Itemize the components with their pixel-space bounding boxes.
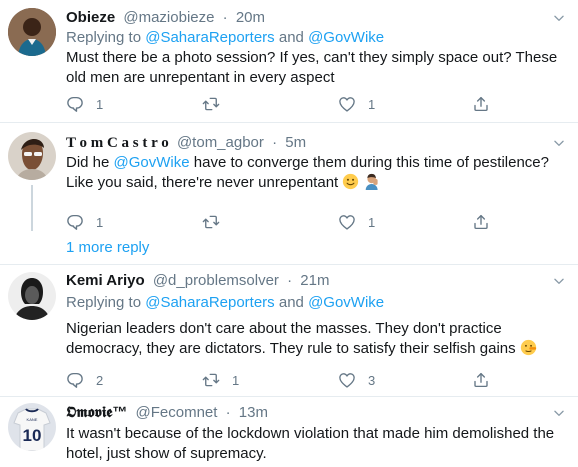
- chevron-down-icon[interactable]: [552, 274, 566, 288]
- like-button[interactable]: 1: [338, 212, 375, 232]
- user-handle[interactable]: @tom_agbor: [177, 134, 264, 151]
- tweet-text: Must there be a photo session? If yes, c…: [66, 49, 558, 86]
- share-button[interactable]: [472, 212, 490, 232]
- share-button[interactable]: [472, 370, 490, 390]
- thread-line: [31, 185, 33, 231]
- tweet-header: T o m C a s t r o @tom_agbor · 5m: [66, 133, 306, 153]
- avatar[interactable]: KANE 10: [8, 403, 56, 451]
- reply-button[interactable]: 1: [66, 212, 103, 232]
- tweet-header: Kemi Ariyo @d_problemsolver · 21m: [66, 271, 329, 291]
- tweet-text: It wasn't because of the lockdown violat…: [66, 425, 555, 462]
- tweet-text-part: Did he: [66, 154, 114, 171]
- tweet-text: Did he @GovWike have to converge them du…: [66, 153, 570, 193]
- mention-link[interactable]: @GovWike: [308, 294, 384, 311]
- like-count: 1: [368, 214, 376, 230]
- tweet-2[interactable]: T o m C a s t r o @tom_agbor · 5m Did he…: [0, 123, 578, 231]
- replying-and: and: [278, 294, 304, 311]
- reply-button[interactable]: 1: [66, 94, 103, 114]
- chevron-down-icon[interactable]: [552, 136, 566, 150]
- user-handle[interactable]: @maziobieze: [123, 9, 214, 26]
- mention-link[interactable]: @SaharaReporters: [145, 29, 274, 46]
- mention-link[interactable]: @GovWike: [114, 154, 190, 171]
- retweet-button[interactable]: [202, 212, 232, 232]
- timestamp[interactable]: 21m: [300, 272, 329, 289]
- display-name[interactable]: T o m C a s t r o: [66, 135, 169, 151]
- lying-face-emoji-icon: [520, 339, 536, 356]
- mention-link[interactable]: @SaharaReporters: [145, 294, 274, 311]
- man-facepalming-emoji-icon: [365, 173, 378, 190]
- like-icon: [338, 371, 356, 389]
- retweet-button[interactable]: [202, 94, 232, 114]
- retweet-count: 1: [232, 372, 240, 388]
- svg-text:KANE: KANE: [27, 417, 38, 422]
- timestamp[interactable]: 5m: [285, 134, 306, 151]
- replying-prefix: Replying to: [66, 294, 142, 311]
- tweet-3[interactable]: Kemi Ariyo @d_problemsolver · 21m Replyi…: [0, 265, 578, 396]
- separator-dot: ·: [272, 134, 278, 151]
- like-count: 3: [368, 372, 376, 388]
- retweet-icon: [202, 95, 220, 113]
- share-icon: [472, 371, 490, 389]
- tweet-4[interactable]: KANE 10 𝕺𝖒𝖔𝖛𝖎𝖊™ @Fecomnet · 13m It wasn'…: [0, 397, 578, 467]
- like-icon: [338, 95, 356, 113]
- chevron-down-icon[interactable]: [552, 11, 566, 25]
- tweet-1[interactable]: Obieze @maziobieze · 20m Replying to @Sa…: [0, 0, 578, 122]
- retweet-icon: [202, 371, 220, 389]
- display-name[interactable]: Kemi Ariyo: [66, 272, 145, 289]
- reply-icon: [66, 371, 84, 389]
- user-handle[interactable]: @Fecomnet: [136, 404, 218, 421]
- reply-count: 2: [96, 372, 104, 388]
- avatar[interactable]: [8, 272, 56, 320]
- jersey-number: 10: [23, 426, 42, 445]
- replying-to: Replying to @SaharaReporters and @GovWik…: [66, 28, 384, 48]
- tweet-header: Obieze @maziobieze · 20m: [66, 8, 265, 28]
- like-icon: [338, 213, 356, 231]
- like-button[interactable]: 1: [338, 94, 375, 114]
- share-icon: [472, 95, 490, 113]
- replying-to: Replying to @SaharaReporters and @GovWik…: [66, 293, 384, 313]
- reply-button[interactable]: 2: [66, 370, 103, 390]
- share-button[interactable]: [472, 94, 490, 114]
- tweet-actions: 1 1: [66, 94, 506, 114]
- slightly-smiling-face-emoji-icon: [343, 173, 359, 190]
- display-name[interactable]: Obieze: [66, 9, 115, 26]
- retweet-button[interactable]: 1: [202, 370, 239, 390]
- like-button[interactable]: 3: [338, 370, 375, 390]
- chevron-down-icon[interactable]: [552, 406, 566, 420]
- tweet-header: 𝕺𝖒𝖔𝖛𝖎𝖊™ @Fecomnet · 13m: [66, 403, 268, 423]
- timestamp[interactable]: 20m: [236, 9, 265, 26]
- timestamp[interactable]: 13m: [239, 404, 268, 421]
- user-handle[interactable]: @d_problemsolver: [153, 272, 279, 289]
- separator-dot: ·: [287, 272, 293, 289]
- separator-dot: ·: [222, 9, 228, 26]
- reply-icon: [66, 213, 84, 231]
- tweet-actions: 1 1: [66, 212, 506, 232]
- share-icon: [472, 213, 490, 231]
- replying-and: and: [278, 29, 304, 46]
- reply-count: 1: [96, 96, 104, 112]
- reply-count: 1: [96, 214, 104, 230]
- tweet-text: Nigerian leaders don't care about the ma…: [66, 319, 570, 359]
- show-more-replies-link[interactable]: 1 more reply: [66, 238, 149, 258]
- like-count: 1: [368, 96, 376, 112]
- retweet-icon: [202, 213, 220, 231]
- avatar[interactable]: [8, 132, 56, 180]
- tweet-actions: 2 1 3: [66, 370, 506, 390]
- tweet-text-part: Nigerian leaders don't care about the ma…: [66, 320, 516, 357]
- display-name[interactable]: 𝕺𝖒𝖔𝖛𝖎𝖊™: [66, 404, 127, 421]
- reply-icon: [66, 95, 84, 113]
- mention-link[interactable]: @GovWike: [308, 29, 384, 46]
- separator-dot: ·: [225, 404, 231, 421]
- replying-prefix: Replying to: [66, 29, 142, 46]
- avatar[interactable]: [8, 8, 56, 56]
